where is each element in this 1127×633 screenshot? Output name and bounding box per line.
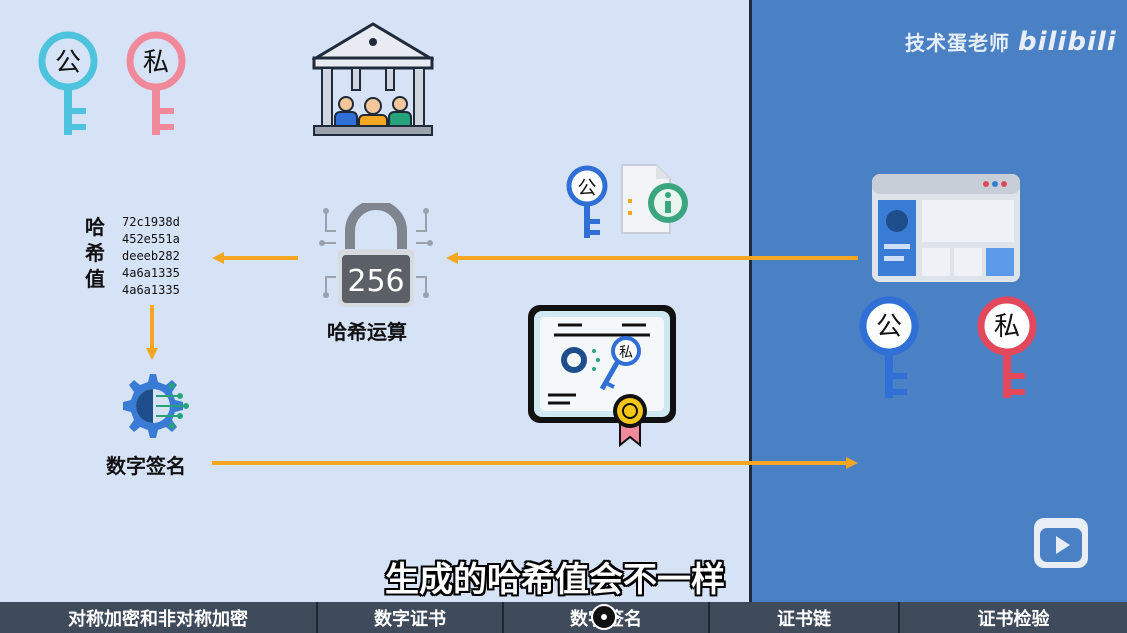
public-key-right-label: 公 [876,312,902,342]
play-icon [1040,519,1082,562]
chapter-certificate-chain[interactable]: 证书链 [710,602,900,633]
chapter-digital-certificate[interactable]: 数字证书 [318,602,504,633]
public-key-right-icon: 公 [859,296,919,398]
browser-window-icon [872,174,1020,282]
video-subtitle: 生成的哈希值会不一样 [385,560,725,600]
progress-knob[interactable] [591,604,617,630]
digital-signature-caption: 数字签名 [106,454,186,478]
certificate-icon: 私 [528,305,676,448]
certificate-key-label: 私 [619,345,633,361]
flow-arrows [146,252,858,469]
private-key-right-icon: 私 [977,296,1037,398]
play-button[interactable] [1034,518,1088,568]
private-key-right-label: 私 [994,312,1020,342]
digital-signature-icon [123,374,189,438]
chapter-bar: 对称加密和非对称加密 数字证书 数字签名 证书链 证书检验 [0,602,1127,633]
chapter-symmetric-asymmetric[interactable]: 对称加密和非对称加密 [0,602,318,633]
chapter-certificate-verification[interactable]: 证书检验 [900,602,1127,633]
